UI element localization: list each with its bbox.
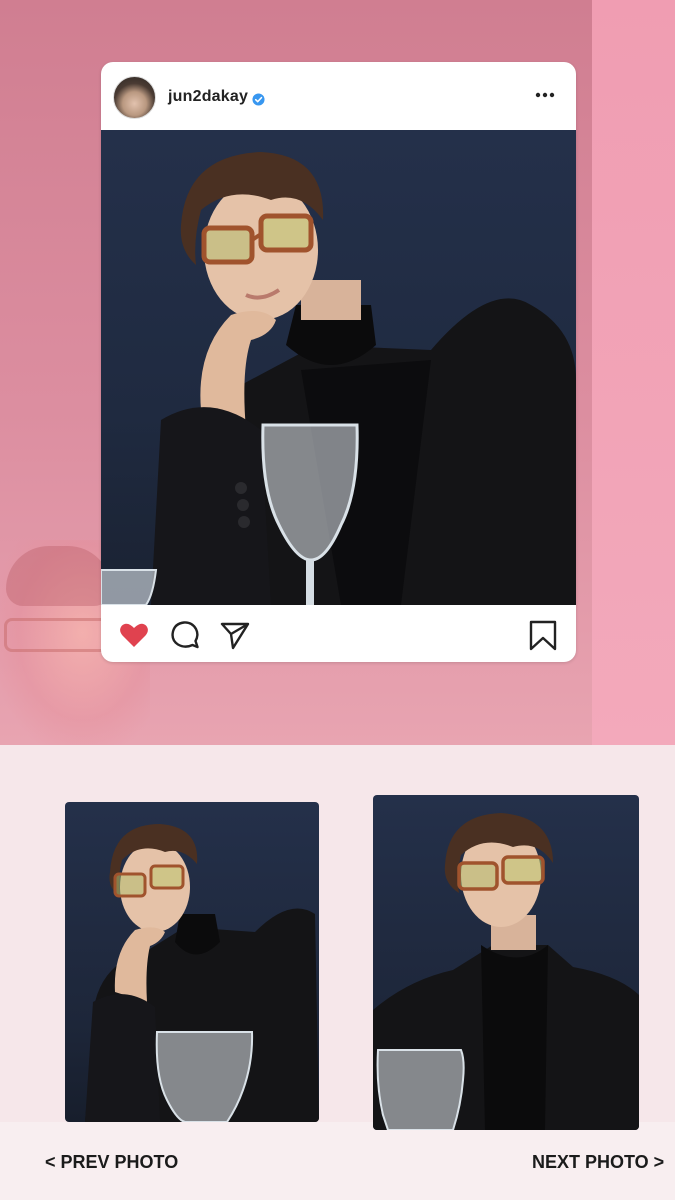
thumbnail-prev-illustration — [85, 824, 319, 1122]
more-options-icon[interactable] — [533, 87, 557, 103]
ghost-hair — [6, 546, 111, 606]
next-photo-button[interactable]: NEXT PHOTO > — [532, 1152, 664, 1173]
heart-icon[interactable] — [118, 619, 150, 651]
prev-photo-button[interactable]: < PREV PHOTO — [45, 1152, 178, 1173]
post-actions — [101, 605, 576, 662]
post-header: jun2dakay — [101, 62, 576, 130]
instagram-post-card: jun2dakay — [101, 62, 576, 662]
ghost-glasses — [4, 618, 110, 652]
thumbnail-photo-prev[interactable] — [65, 802, 319, 1122]
thumbnail-photo-next[interactable] — [373, 795, 639, 1130]
bookmark-icon[interactable] — [527, 619, 559, 651]
username[interactable]: jun2dakay — [168, 88, 248, 106]
comment-icon[interactable] — [169, 619, 201, 651]
post-photo-illustration — [101, 152, 576, 605]
verified-badge-icon — [252, 93, 265, 106]
avatar[interactable] — [113, 76, 156, 119]
send-icon[interactable] — [219, 619, 251, 651]
thumbnail-next-illustration — [373, 813, 639, 1130]
background-accent-strip — [592, 0, 675, 745]
post-photo[interactable] — [101, 130, 576, 605]
